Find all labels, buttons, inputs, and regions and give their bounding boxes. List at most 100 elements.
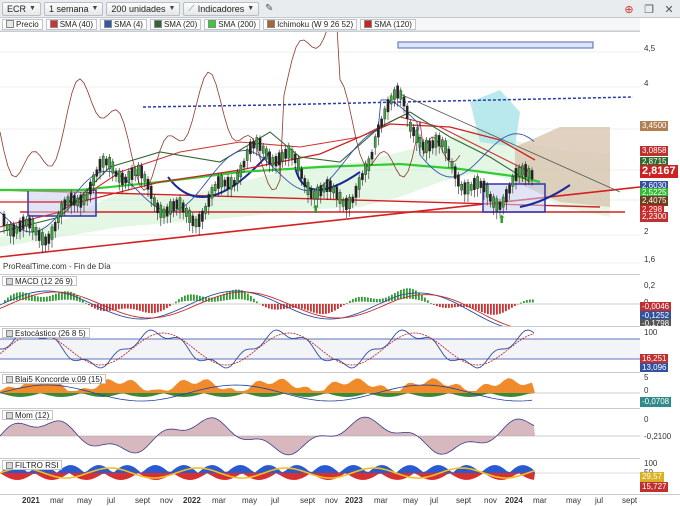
drawing-tools-icon[interactable]: ✎: [262, 2, 276, 16]
candle: [316, 186, 319, 200]
candle: [181, 202, 185, 213]
period-selector[interactable]: 1 semana ▼: [43, 1, 104, 16]
candle: [76, 197, 79, 207]
candle: [204, 205, 207, 214]
time-tick-label: jul: [271, 496, 280, 505]
legend-item[interactable]: Ichimoku (W 9 26 52): [263, 18, 358, 30]
legend-label: SMA (40): [59, 19, 94, 29]
macd-histogram-bar: [256, 301, 258, 304]
legend-swatch: [364, 20, 373, 28]
koncorde-green-area: [0, 393, 535, 397]
time-tick-label: mar: [212, 496, 226, 505]
candle: [85, 192, 89, 200]
candle: [431, 140, 435, 149]
candle: [149, 185, 153, 199]
stoch-title[interactable]: Estocástico (26 8 5): [2, 328, 90, 338]
axis-value-badge: 29,57: [640, 472, 665, 482]
candle: [245, 149, 249, 161]
macd-axis: 0,20-0,0046-0,1252-0,1798: [640, 274, 680, 329]
legend-item[interactable]: SMA (20): [149, 18, 202, 30]
buy-arrow-icon: ⬆: [311, 203, 320, 216]
mom-title[interactable]: Mom (12): [2, 410, 54, 420]
candle: [338, 192, 342, 204]
candle: [290, 149, 294, 159]
koncorde-panel[interactable]: Blai5 Koncorde v.09 (15): [0, 372, 640, 408]
close-icon[interactable]: ✕: [662, 2, 676, 16]
time-tick-label: nov: [484, 496, 497, 505]
candle: [226, 176, 230, 190]
legend-item[interactable]: Precio: [2, 18, 43, 30]
price-chart: ⬆⬆: [0, 32, 640, 264]
candle: [175, 199, 179, 209]
candle: [479, 180, 483, 188]
candle: [447, 148, 451, 161]
macd-histogram-bar: [196, 295, 198, 302]
candle: [441, 139, 444, 147]
macd-histogram-bar: [418, 292, 420, 301]
restore-window-icon[interactable]: ❐: [642, 2, 656, 16]
macd-histogram-bar: [40, 296, 42, 302]
candle: [386, 99, 390, 113]
candle: [361, 173, 364, 181]
legend-item[interactable]: SMA (4): [100, 18, 147, 30]
koncorde-title[interactable]: Blai5 Koncorde v.09 (15): [2, 374, 107, 384]
candle: [402, 96, 406, 107]
toolbar: ECR ▼ 1 semana ▼ 200 unidades ▼ ⟋ Indica…: [0, 0, 680, 18]
macd-histogram-bar: [277, 304, 279, 310]
candle: [341, 200, 345, 207]
candle: [140, 165, 143, 179]
candle: [396, 85, 399, 99]
macd-title[interactable]: MACD (12 26 9): [2, 276, 77, 286]
candle: [492, 196, 495, 208]
watermark: ProRealTime.com - Fin de Día: [3, 262, 111, 271]
candle: [172, 201, 175, 211]
candle: [332, 186, 335, 194]
panel-icon: [6, 329, 13, 337]
legend-item[interactable]: SMA (200): [204, 18, 261, 30]
axis-value-badge: -0,0708: [640, 397, 672, 407]
units-label: 200 unidades: [111, 3, 166, 14]
legend-label: SMA (20): [163, 19, 198, 29]
candle: [111, 161, 115, 174]
candle: [47, 233, 51, 244]
candle: [357, 177, 361, 190]
add-icon[interactable]: ⊕: [622, 2, 636, 16]
price-panel[interactable]: ⬆ ⬆: [0, 31, 640, 274]
macd-histogram-bar: [373, 298, 375, 303]
macd-histogram-bar: [508, 304, 510, 310]
candle: [143, 173, 147, 182]
candle: [428, 140, 431, 152]
legend-item[interactable]: SMA (40): [45, 18, 98, 30]
candle: [15, 226, 19, 234]
rsi-panel[interactable]: FILTRO RSI: [0, 458, 640, 494]
candle: [89, 181, 92, 195]
macd-panel[interactable]: MACD (12 26 9): [0, 274, 640, 326]
indicators-icon: ⟋: [188, 3, 195, 13]
macd-chart: [0, 288, 640, 326]
candle: [121, 172, 124, 185]
candle: [329, 180, 332, 192]
legend-swatch: [104, 20, 113, 28]
macd-histogram-bar: [181, 297, 183, 302]
units-selector[interactable]: 200 unidades ▼: [106, 1, 181, 16]
indicators-button[interactable]: ⟋ Indicadores ▼: [183, 1, 260, 16]
candle: [18, 220, 22, 232]
macd-histogram-bar: [250, 295, 252, 302]
rsi-axis: 10050029,5715,727: [640, 458, 680, 494]
mom-panel[interactable]: Mom (12): [0, 408, 640, 458]
candle: [12, 224, 15, 237]
candle: [300, 168, 303, 179]
candle: [399, 90, 403, 100]
legend-item[interactable]: SMA (120): [360, 18, 416, 30]
candle: [53, 221, 57, 232]
candle: [274, 156, 278, 167]
axis-value-badge: 15,727: [640, 482, 669, 492]
candle: [44, 236, 47, 246]
axis-tick-label: 0: [644, 415, 649, 424]
macd-histogram-bar: [436, 304, 438, 307]
candle: [383, 108, 387, 120]
stoch-panel[interactable]: Estocástico (26 8 5): [0, 326, 640, 372]
macd-histogram-bar: [502, 304, 504, 313]
rsi-title[interactable]: FILTRO RSI: [2, 460, 63, 470]
symbol-selector[interactable]: ECR ▼: [2, 1, 41, 16]
